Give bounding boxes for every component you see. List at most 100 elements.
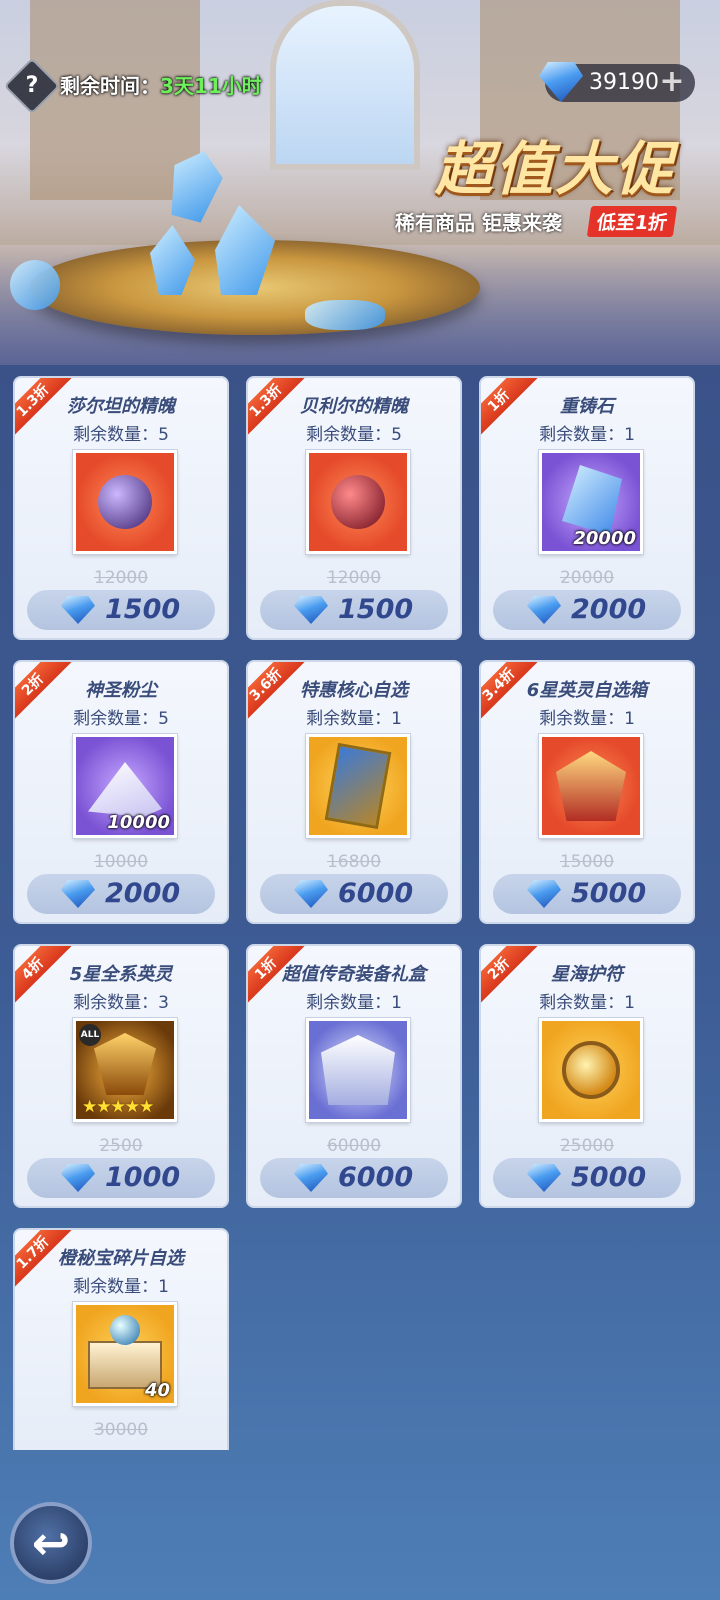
item-image[interactable]: 40 [73, 1302, 177, 1406]
buy-button[interactable]: 1000 [27, 1158, 215, 1198]
item-name: 6星英灵自选箱 [526, 680, 648, 701]
shop-item-card[interactable]: 1折 超值传奇装备礼盒 剩余数量：1 60000 6000 [246, 944, 462, 1208]
original-price: 60000 [326, 1136, 382, 1156]
diamond-icon [527, 1164, 561, 1192]
timer-label: 剩余时间： [60, 74, 160, 98]
diamond-icon [527, 880, 561, 908]
crystal-icon [305, 300, 385, 330]
buy-button[interactable]: 1500 [27, 590, 215, 630]
shop-item-card[interactable]: 2折 星海护符 剩余数量：1 25000 5000 [479, 944, 695, 1208]
sale-price: 6000 [338, 1162, 414, 1193]
item-name: 星海护符 [551, 964, 623, 985]
item-image[interactable] [306, 734, 410, 838]
shop-item-card[interactable]: 1折 重铸石 剩余数量：1 20000 20000 2000 [479, 376, 695, 640]
crystal-icon [10, 260, 60, 310]
promo-discount-tag: 低至1折 [586, 206, 678, 237]
back-button[interactable]: ↩ [10, 1502, 92, 1584]
item-name: 莎尔坦的精魄 [67, 396, 175, 417]
shop-item-card[interactable]: 2折 神圣粉尘 剩余数量：5 10000 10000 2000 [13, 660, 229, 924]
sale-price: 1500 [338, 594, 414, 625]
item-stock: 剩余数量：1 [539, 709, 635, 729]
item-quantity: 40 [144, 1380, 170, 1401]
diamond-icon [527, 596, 561, 624]
help-icon: ? [25, 73, 39, 98]
item-image[interactable]: 10000 [73, 734, 177, 838]
item-image[interactable] [539, 1018, 643, 1122]
item-image[interactable] [306, 1018, 410, 1122]
diamond-icon [61, 596, 95, 624]
promo-subtitle: 稀有商品 钜惠来袭 [395, 211, 562, 235]
item-stock: 剩余数量：1 [73, 1277, 169, 1297]
item-stock: 剩余数量：5 [306, 425, 402, 445]
buy-button[interactable]: 2000 [27, 874, 215, 914]
promo-banner: ? 剩余时间：3天11小时 39190 + 超值大促 稀有商品 钜惠来袭 低至1… [0, 0, 720, 365]
item-image[interactable]: 20000 [539, 450, 643, 554]
original-price: 30000 [93, 1420, 149, 1440]
diamond-icon [294, 1164, 328, 1192]
promo-title: 超值大促 [435, 135, 676, 203]
item-stock: 剩余数量：3 [73, 993, 169, 1013]
sale-price: 2000 [105, 878, 181, 909]
timer-value: 3天11小时 [160, 74, 262, 98]
original-price: 12000 [93, 568, 149, 588]
spirit-orb-icon [309, 453, 407, 551]
item-image[interactable]: ALL ★★★★★ [73, 1018, 177, 1122]
helmet-chest-icon [542, 737, 640, 835]
sale-price: 6000 [338, 878, 414, 909]
original-price: 20000 [559, 568, 615, 588]
item-stock: 剩余数量：1 [306, 993, 402, 1013]
item-stock: 剩余数量：1 [539, 993, 635, 1013]
sale-price: 5000 [571, 878, 647, 909]
item-stock: 剩余数量：5 [73, 709, 169, 729]
shop-item-card[interactable]: 4折 5星全系英灵 剩余数量：3 ALL ★★★★★ 2500 1000 [13, 944, 229, 1208]
item-image[interactable] [73, 450, 177, 554]
buy-button[interactable]: 2000 [493, 590, 681, 630]
remaining-time: 剩余时间：3天11小时 [60, 70, 262, 99]
item-name: 神圣粉尘 [85, 680, 157, 701]
diamond-icon [294, 596, 328, 624]
spirit-orb-icon [76, 453, 174, 551]
armor-gift-box-icon [309, 1021, 407, 1119]
shop-item-card[interactable]: 1.3折 莎尔坦的精魄 剩余数量：5 12000 1500 [13, 376, 229, 640]
buy-button[interactable]: 5000 [493, 874, 681, 914]
item-name: 贝利尔的精魄 [300, 396, 408, 417]
all-tag: ALL [79, 1024, 101, 1046]
item-stock: 剩余数量：1 [306, 709, 402, 729]
item-stock: 剩余数量：1 [539, 425, 635, 445]
shop-item-card[interactable]: 1.3折 贝利尔的精魄 剩余数量：5 12000 1500 [246, 376, 462, 640]
item-quantity: 20000 [573, 528, 636, 549]
buy-button[interactable]: 1500 [260, 590, 448, 630]
original-price: 25000 [559, 1136, 615, 1156]
buy-button[interactable]: 5000 [493, 1158, 681, 1198]
shop-item-card[interactable]: 3.6折 特惠核心自选 剩余数量：1 16800 6000 [246, 660, 462, 924]
item-name: 超值传奇装备礼盒 [282, 964, 426, 985]
back-arrow-icon: ↩ [31, 1516, 71, 1570]
diamond-icon [294, 880, 328, 908]
add-diamonds-button[interactable]: + [657, 67, 687, 98]
item-name: 重铸石 [560, 396, 614, 417]
item-name: 橙秘宝碎片自选 [58, 1248, 184, 1269]
item-image[interactable] [306, 450, 410, 554]
star-rating-icon: ★★★★★ [82, 1097, 154, 1117]
shop-item-card[interactable]: 3.4折 6星英灵自选箱 剩余数量：1 15000 5000 [479, 660, 695, 924]
item-name: 5星全系英灵 [69, 964, 173, 985]
original-price: 12000 [326, 568, 382, 588]
core-card-icon [309, 737, 407, 835]
item-name: 特惠核心自选 [300, 680, 408, 701]
item-quantity: 10000 [107, 812, 170, 833]
diamond-icon [61, 880, 95, 908]
diamond-icon [61, 1164, 95, 1192]
diamond-amount: 39190 [589, 70, 659, 95]
sale-price: 2000 [571, 594, 647, 625]
item-image[interactable] [539, 734, 643, 838]
amulet-icon [542, 1021, 640, 1119]
buy-button[interactable]: 6000 [260, 1158, 448, 1198]
original-price: 2500 [99, 1136, 143, 1156]
original-price: 16800 [326, 852, 382, 872]
buy-button[interactable]: 6000 [260, 874, 448, 914]
sale-price: 1500 [105, 594, 181, 625]
shop-item-card[interactable]: 1.7折 橙秘宝碎片自选 剩余数量：1 40 30000 [13, 1228, 229, 1450]
item-stock: 剩余数量：5 [73, 425, 169, 445]
original-price: 15000 [559, 852, 615, 872]
sale-price: 1000 [105, 1162, 181, 1193]
